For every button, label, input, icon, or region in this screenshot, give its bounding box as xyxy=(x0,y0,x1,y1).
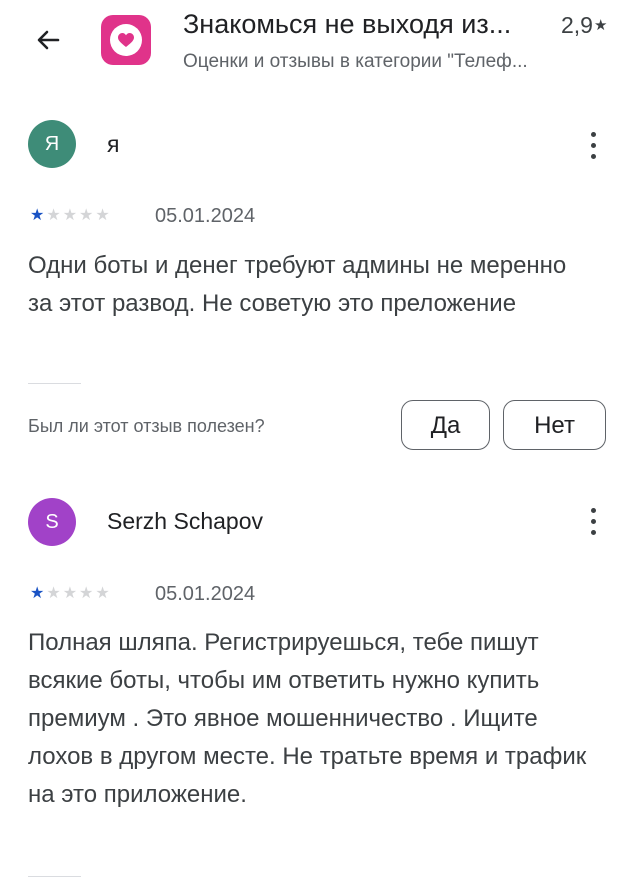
avatar-letter: S xyxy=(45,511,59,533)
review-date: 05.01.2024 xyxy=(155,205,256,227)
review-text: Полная шляпа. Регистрируешься, тебе пишу… xyxy=(28,629,587,808)
avatar: Я xyxy=(28,120,76,168)
star-empty-icon: ★ xyxy=(46,585,61,602)
app-rating: 2,9★ xyxy=(561,10,607,41)
helpful-no-button[interactable]: Нет xyxy=(503,400,606,450)
star-empty-icon: ★ xyxy=(95,207,110,224)
app-icon[interactable] xyxy=(101,15,151,65)
avatar-letter: Я xyxy=(44,133,60,155)
review-date: 05.01.2024 xyxy=(155,583,256,605)
star-empty-icon: ★ xyxy=(95,585,110,602)
divider xyxy=(28,383,81,384)
more-options-icon[interactable] xyxy=(578,502,608,542)
heart-icon xyxy=(118,33,134,47)
avatar: S xyxy=(28,498,76,546)
star-filled-icon: ★ xyxy=(30,585,45,602)
app-header: Знакомься не выходя из... 2,9★ Оценки и … xyxy=(0,0,635,100)
more-options-icon[interactable] xyxy=(578,126,608,166)
star-empty-icon: ★ xyxy=(62,585,78,602)
star-filled-icon: ★ xyxy=(30,207,45,224)
review-author: Serzh Schapov xyxy=(107,508,263,534)
app-title: Знакомься не выходя из... xyxy=(183,9,512,39)
star-empty-icon: ★ xyxy=(46,207,61,224)
star-rating: ★ ★ ★ ★ ★ xyxy=(30,206,112,226)
helpful-yes-button[interactable]: Да xyxy=(401,400,490,450)
back-arrow-icon[interactable] xyxy=(30,22,66,58)
star-empty-icon: ★ xyxy=(62,207,78,224)
review-author: я xyxy=(107,131,120,157)
star-rating: ★ ★ ★ ★ ★ xyxy=(30,584,112,604)
rating-value: 2,9 xyxy=(561,12,593,38)
helpful-question: Был ли этот отзыв полезен? xyxy=(28,416,265,436)
review-text: Одни боты и денег требуют админы не мере… xyxy=(28,252,567,317)
star-empty-icon: ★ xyxy=(79,585,94,602)
app-icon-circle xyxy=(110,24,142,56)
star-empty-icon: ★ xyxy=(79,207,94,224)
ratings-subtitle: Оценки и отзывы в категории "Телеф... xyxy=(183,51,528,72)
rating-star-icon: ★ xyxy=(593,17,608,34)
divider xyxy=(28,876,81,877)
